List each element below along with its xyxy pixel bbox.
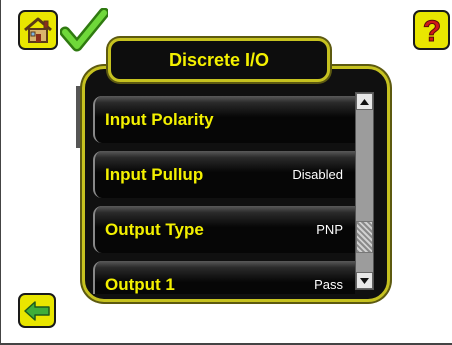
menu-item-label: Output Type	[105, 219, 204, 239]
home-button[interactable]	[18, 10, 58, 50]
menu-item-label: Input Pullup	[105, 164, 204, 184]
question-mark-icon: ?	[422, 15, 441, 47]
scroll-thumb[interactable]	[356, 221, 373, 253]
menu-item-output-type[interactable]: Output Type PNP	[93, 206, 355, 253]
menu-item-label: Output 1	[105, 274, 175, 294]
menu-item-value: Pass	[314, 277, 343, 292]
page-title-text: Discrete I/O	[168, 49, 270, 70]
page-title: Discrete I/O	[108, 38, 330, 82]
help-button[interactable]: ?	[413, 10, 450, 50]
menu-item-value: PNP	[316, 222, 343, 237]
scroll-track[interactable]	[356, 110, 373, 272]
screen-frame-left	[0, 0, 1, 345]
settings-list: Input Polarity Input Pullup Disabled Out…	[93, 96, 355, 294]
chevron-up-icon	[360, 98, 369, 105]
menu-item-value: Disabled	[292, 167, 343, 182]
checkmark-icon	[60, 8, 108, 52]
scroll-up-button[interactable]	[356, 93, 373, 110]
chevron-down-icon	[360, 277, 369, 284]
menu-item-label: Input Polarity	[105, 109, 214, 129]
scroll-down-button[interactable]	[356, 272, 373, 289]
vertical-scrollbar[interactable]	[355, 92, 374, 290]
help-glyph: ?	[422, 15, 440, 46]
back-button[interactable]	[18, 293, 56, 328]
home-icon	[24, 17, 52, 43]
menu-item-input-polarity[interactable]: Input Polarity	[93, 96, 355, 143]
menu-item-input-pullup[interactable]: Input Pullup Disabled	[93, 151, 355, 198]
back-arrow-icon	[24, 300, 50, 321]
menu-item-output-1[interactable]: Output 1 Pass	[93, 261, 355, 294]
